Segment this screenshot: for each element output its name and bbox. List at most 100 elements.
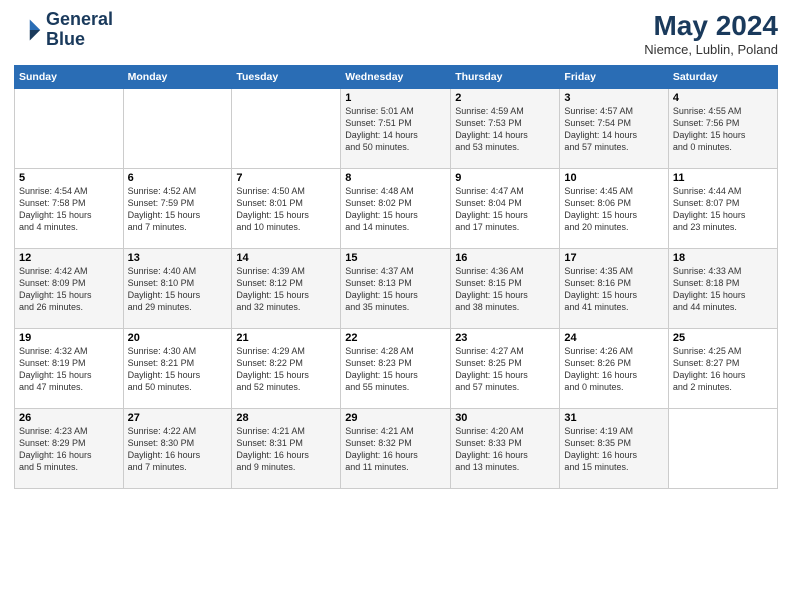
day-cell: 23Sunrise: 4:27 AMSunset: 8:25 PMDayligh… <box>451 329 560 409</box>
day-cell: 31Sunrise: 4:19 AMSunset: 8:35 PMDayligh… <box>560 409 668 489</box>
day-info: Sunrise: 4:54 AMSunset: 7:58 PMDaylight:… <box>19 185 119 234</box>
day-number: 23 <box>455 332 555 344</box>
day-cell: 26Sunrise: 4:23 AMSunset: 8:29 PMDayligh… <box>15 409 124 489</box>
day-cell: 4Sunrise: 4:55 AMSunset: 7:56 PMDaylight… <box>668 89 777 169</box>
day-cell: 10Sunrise: 4:45 AMSunset: 8:06 PMDayligh… <box>560 169 668 249</box>
day-number: 8 <box>345 172 446 184</box>
day-info: Sunrise: 4:42 AMSunset: 8:09 PMDaylight:… <box>19 265 119 314</box>
col-wednesday: Wednesday <box>341 66 451 89</box>
day-info: Sunrise: 4:57 AMSunset: 7:54 PMDaylight:… <box>564 105 663 154</box>
day-info: Sunrise: 4:40 AMSunset: 8:10 PMDaylight:… <box>128 265 228 314</box>
day-cell <box>668 409 777 489</box>
week-row-5: 26Sunrise: 4:23 AMSunset: 8:29 PMDayligh… <box>15 409 778 489</box>
calendar-table: Sunday Monday Tuesday Wednesday Thursday… <box>14 65 778 489</box>
day-number: 15 <box>345 252 446 264</box>
header: General Blue May 2024 Niemce, Lublin, Po… <box>14 10 778 57</box>
day-number: 22 <box>345 332 446 344</box>
day-number: 24 <box>564 332 663 344</box>
day-cell: 18Sunrise: 4:33 AMSunset: 8:18 PMDayligh… <box>668 249 777 329</box>
col-thursday: Thursday <box>451 66 560 89</box>
day-info: Sunrise: 4:30 AMSunset: 8:21 PMDaylight:… <box>128 345 228 394</box>
day-info: Sunrise: 4:22 AMSunset: 8:30 PMDaylight:… <box>128 425 228 474</box>
day-number: 26 <box>19 412 119 424</box>
day-number: 7 <box>236 172 336 184</box>
day-cell: 27Sunrise: 4:22 AMSunset: 8:30 PMDayligh… <box>123 409 232 489</box>
day-number: 14 <box>236 252 336 264</box>
day-number: 18 <box>673 252 773 264</box>
day-info: Sunrise: 4:45 AMSunset: 8:06 PMDaylight:… <box>564 185 663 234</box>
day-info: Sunrise: 5:01 AMSunset: 7:51 PMDaylight:… <box>345 105 446 154</box>
day-info: Sunrise: 4:21 AMSunset: 8:31 PMDaylight:… <box>236 425 336 474</box>
day-cell: 17Sunrise: 4:35 AMSunset: 8:16 PMDayligh… <box>560 249 668 329</box>
calendar-subtitle: Niemce, Lublin, Poland <box>644 42 778 57</box>
day-info: Sunrise: 4:55 AMSunset: 7:56 PMDaylight:… <box>673 105 773 154</box>
day-cell: 12Sunrise: 4:42 AMSunset: 8:09 PMDayligh… <box>15 249 124 329</box>
day-info: Sunrise: 4:37 AMSunset: 8:13 PMDaylight:… <box>345 265 446 314</box>
day-number: 21 <box>236 332 336 344</box>
day-number: 12 <box>19 252 119 264</box>
day-number: 17 <box>564 252 663 264</box>
day-number: 27 <box>128 412 228 424</box>
day-number: 19 <box>19 332 119 344</box>
day-cell <box>15 89 124 169</box>
week-row-3: 12Sunrise: 4:42 AMSunset: 8:09 PMDayligh… <box>15 249 778 329</box>
day-info: Sunrise: 4:28 AMSunset: 8:23 PMDaylight:… <box>345 345 446 394</box>
day-cell: 19Sunrise: 4:32 AMSunset: 8:19 PMDayligh… <box>15 329 124 409</box>
day-info: Sunrise: 4:39 AMSunset: 8:12 PMDaylight:… <box>236 265 336 314</box>
day-cell: 1Sunrise: 5:01 AMSunset: 7:51 PMDaylight… <box>341 89 451 169</box>
day-number: 10 <box>564 172 663 184</box>
header-row: Sunday Monday Tuesday Wednesday Thursday… <box>15 66 778 89</box>
day-cell: 13Sunrise: 4:40 AMSunset: 8:10 PMDayligh… <box>123 249 232 329</box>
logo: General Blue <box>14 10 113 50</box>
day-info: Sunrise: 4:25 AMSunset: 8:27 PMDaylight:… <box>673 345 773 394</box>
col-monday: Monday <box>123 66 232 89</box>
day-info: Sunrise: 4:19 AMSunset: 8:35 PMDaylight:… <box>564 425 663 474</box>
day-cell: 29Sunrise: 4:21 AMSunset: 8:32 PMDayligh… <box>341 409 451 489</box>
day-info: Sunrise: 4:47 AMSunset: 8:04 PMDaylight:… <box>455 185 555 234</box>
day-cell: 11Sunrise: 4:44 AMSunset: 8:07 PMDayligh… <box>668 169 777 249</box>
day-number: 30 <box>455 412 555 424</box>
day-cell: 15Sunrise: 4:37 AMSunset: 8:13 PMDayligh… <box>341 249 451 329</box>
day-info: Sunrise: 4:48 AMSunset: 8:02 PMDaylight:… <box>345 185 446 234</box>
day-number: 25 <box>673 332 773 344</box>
day-number: 5 <box>19 172 119 184</box>
day-info: Sunrise: 4:23 AMSunset: 8:29 PMDaylight:… <box>19 425 119 474</box>
day-cell: 6Sunrise: 4:52 AMSunset: 7:59 PMDaylight… <box>123 169 232 249</box>
title-block: May 2024 Niemce, Lublin, Poland <box>644 10 778 57</box>
col-sunday: Sunday <box>15 66 124 89</box>
day-cell: 21Sunrise: 4:29 AMSunset: 8:22 PMDayligh… <box>232 329 341 409</box>
page: General Blue May 2024 Niemce, Lublin, Po… <box>0 0 792 612</box>
day-number: 11 <box>673 172 773 184</box>
day-number: 9 <box>455 172 555 184</box>
day-info: Sunrise: 4:20 AMSunset: 8:33 PMDaylight:… <box>455 425 555 474</box>
day-cell: 8Sunrise: 4:48 AMSunset: 8:02 PMDaylight… <box>341 169 451 249</box>
day-info: Sunrise: 4:50 AMSunset: 8:01 PMDaylight:… <box>236 185 336 234</box>
day-cell: 3Sunrise: 4:57 AMSunset: 7:54 PMDaylight… <box>560 89 668 169</box>
day-info: Sunrise: 4:27 AMSunset: 8:25 PMDaylight:… <box>455 345 555 394</box>
day-cell: 7Sunrise: 4:50 AMSunset: 8:01 PMDaylight… <box>232 169 341 249</box>
day-number: 28 <box>236 412 336 424</box>
day-info: Sunrise: 4:21 AMSunset: 8:32 PMDaylight:… <box>345 425 446 474</box>
day-cell: 5Sunrise: 4:54 AMSunset: 7:58 PMDaylight… <box>15 169 124 249</box>
day-cell: 2Sunrise: 4:59 AMSunset: 7:53 PMDaylight… <box>451 89 560 169</box>
day-cell: 28Sunrise: 4:21 AMSunset: 8:31 PMDayligh… <box>232 409 341 489</box>
day-number: 4 <box>673 92 773 104</box>
calendar-title: May 2024 <box>644 10 778 42</box>
day-number: 20 <box>128 332 228 344</box>
day-info: Sunrise: 4:52 AMSunset: 7:59 PMDaylight:… <box>128 185 228 234</box>
day-cell: 22Sunrise: 4:28 AMSunset: 8:23 PMDayligh… <box>341 329 451 409</box>
col-friday: Friday <box>560 66 668 89</box>
week-row-4: 19Sunrise: 4:32 AMSunset: 8:19 PMDayligh… <box>15 329 778 409</box>
week-row-2: 5Sunrise: 4:54 AMSunset: 7:58 PMDaylight… <box>15 169 778 249</box>
day-info: Sunrise: 4:33 AMSunset: 8:18 PMDaylight:… <box>673 265 773 314</box>
day-info: Sunrise: 4:26 AMSunset: 8:26 PMDaylight:… <box>564 345 663 394</box>
day-info: Sunrise: 4:36 AMSunset: 8:15 PMDaylight:… <box>455 265 555 314</box>
day-number: 3 <box>564 92 663 104</box>
day-number: 13 <box>128 252 228 264</box>
day-number: 31 <box>564 412 663 424</box>
week-row-1: 1Sunrise: 5:01 AMSunset: 7:51 PMDaylight… <box>15 89 778 169</box>
day-cell: 25Sunrise: 4:25 AMSunset: 8:27 PMDayligh… <box>668 329 777 409</box>
day-cell <box>232 89 341 169</box>
day-cell: 20Sunrise: 4:30 AMSunset: 8:21 PMDayligh… <box>123 329 232 409</box>
day-cell: 24Sunrise: 4:26 AMSunset: 8:26 PMDayligh… <box>560 329 668 409</box>
